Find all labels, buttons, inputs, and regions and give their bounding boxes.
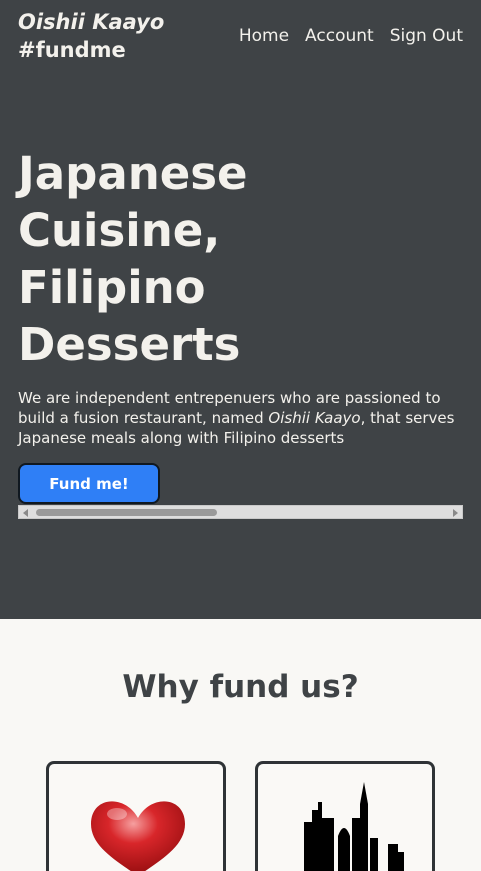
horizontal-scrollbar[interactable] xyxy=(18,505,463,519)
brand[interactable]: Oishii Kaayo #fundme xyxy=(18,8,164,64)
brand-tag: #fundme xyxy=(18,38,126,62)
hero-description: We are independent entrepenuers who are … xyxy=(18,388,458,448)
scrollbar-thumb[interactable] xyxy=(36,509,217,516)
why-title: Why fund us? xyxy=(122,669,359,705)
feature-card-heart xyxy=(46,761,226,871)
feature-card-skyline xyxy=(255,761,435,871)
brand-name: Oishii Kaayo xyxy=(18,10,165,34)
nav-home[interactable]: Home xyxy=(239,26,289,46)
nav-bar: Home Account Sign Out xyxy=(239,26,463,46)
nav-sign-out[interactable]: Sign Out xyxy=(390,26,463,46)
hero-headline: Japanese Cuisine, Filipino Desserts xyxy=(18,147,248,371)
heart-icon xyxy=(91,801,185,871)
scroll-right-arrow-icon[interactable] xyxy=(453,509,458,517)
fund-me-button[interactable]: Fund me! xyxy=(18,463,160,504)
scroll-left-arrow-icon[interactable] xyxy=(23,509,28,517)
hero-section: Oishii Kaayo #fundme Home Account Sign O… xyxy=(0,0,481,619)
desc-restaurant-name: Oishii Kaayo xyxy=(268,409,361,427)
skyline-icon xyxy=(304,782,404,871)
nav-account[interactable]: Account xyxy=(305,26,374,46)
